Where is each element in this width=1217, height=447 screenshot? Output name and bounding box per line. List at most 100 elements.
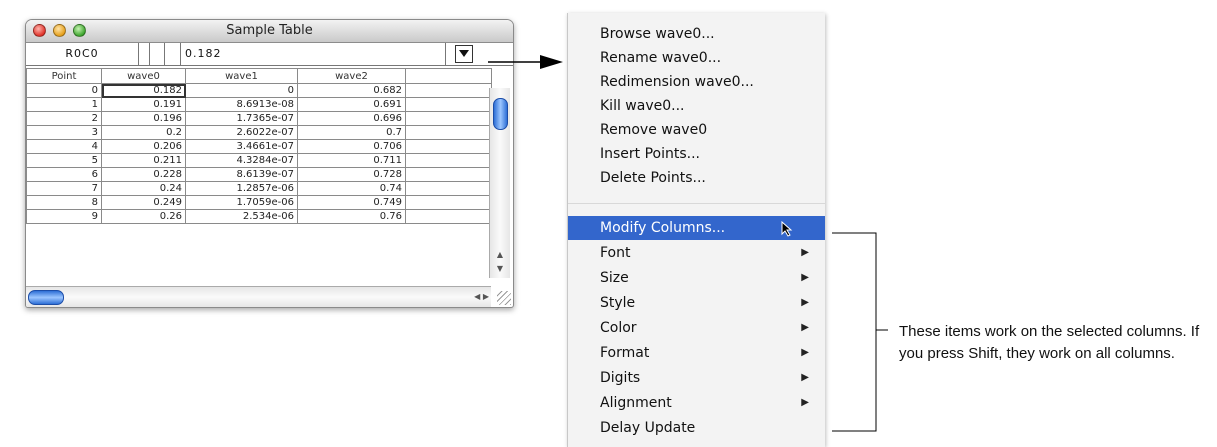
wave1-cell[interactable]: 0 (185, 83, 298, 98)
vertical-scrollbar[interactable]: ▲ ▼ (489, 88, 510, 278)
menu-item-alignment[interactable]: Alignment ▶ (568, 391, 825, 415)
wave0-cell[interactable]: 0.228 (101, 167, 186, 182)
wave1-cell[interactable]: 3.4661e-07 (185, 139, 298, 154)
menu-item-label: Kill wave0... (600, 98, 685, 114)
wave0-cell[interactable]: 0.2 (101, 125, 186, 140)
point-cell[interactable]: 2 (26, 111, 102, 126)
cell-name-display: R0C0 (26, 43, 139, 65)
menu-item-rename-wave0[interactable]: Rename wave0... (568, 46, 825, 70)
menu-item-redimension-wave0[interactable]: Redimension wave0... (568, 70, 825, 94)
menu-item-kill-wave0[interactable]: Kill wave0... (568, 94, 825, 118)
menu-item-style[interactable]: Style ▶ (568, 291, 825, 315)
table-row: 0 0.182 0 0.682 (26, 83, 492, 98)
column-header-wave2[interactable]: wave2 (297, 68, 406, 84)
wave2-cell[interactable]: 0.691 (297, 97, 406, 112)
menu-item-font[interactable]: Font ▶ (568, 241, 825, 265)
wave1-cell[interactable]: 8.6139e-07 (185, 167, 298, 182)
column-header-empty[interactable] (405, 68, 492, 84)
triangle-down-icon (459, 50, 469, 57)
menu-item-label: Insert Points... (600, 146, 701, 162)
point-cell[interactable]: 3 (26, 125, 102, 140)
cell-value-field[interactable]: 0.182 (180, 43, 434, 65)
title-bar[interactable]: Sample Table (26, 20, 513, 43)
point-cell[interactable]: 7 (26, 181, 102, 196)
wave0-cell[interactable]: 0.206 (101, 139, 186, 154)
horizontal-scroll-thumb[interactable] (28, 290, 64, 305)
vertical-scroll-thumb[interactable] (493, 98, 508, 130)
point-cell[interactable]: 6 (26, 167, 102, 182)
wave1-cell[interactable]: 2.6022e-07 (185, 125, 298, 140)
wave2-cell[interactable]: 0.7 (297, 125, 406, 140)
menu-item-digits[interactable]: Digits ▶ (568, 366, 825, 390)
menu-item-modify-columns[interactable]: Modify Columns... (568, 216, 825, 240)
menu-item-label: Rename wave0... (600, 50, 722, 66)
wave1-cell[interactable]: 2.534e-06 (185, 209, 298, 224)
empty-cell[interactable] (405, 181, 492, 196)
horizontal-scrollbar[interactable]: ◀ ▶ (26, 286, 491, 307)
table-menu-button[interactable] (455, 45, 473, 63)
vertical-scroll-arrows[interactable]: ▲ ▼ (490, 248, 510, 278)
wave0-cell[interactable]: 0.26 (101, 209, 186, 224)
horizontal-scroll-arrows[interactable]: ◀ ▶ (474, 287, 489, 307)
contextual-menu: Browse wave0... Rename wave0... Redimensio… (567, 13, 825, 447)
empty-cell[interactable] (405, 209, 492, 224)
wave0-cell[interactable]: 0.196 (101, 111, 186, 126)
menu-item-label: Style (600, 295, 636, 311)
wave2-cell[interactable]: 0.696 (297, 111, 406, 126)
wave1-cell[interactable]: 1.7059e-06 (185, 195, 298, 210)
wave2-cell[interactable]: 0.682 (297, 83, 406, 98)
empty-cell[interactable] (405, 97, 492, 112)
column-header-wave1[interactable]: wave1 (185, 68, 298, 84)
mouse-cursor-icon (781, 221, 793, 237)
menu-item-delete-points[interactable]: Delete Points... (568, 166, 825, 190)
point-cell[interactable]: 1 (26, 97, 102, 112)
wave2-cell[interactable]: 0.749 (297, 195, 406, 210)
wave1-cell[interactable]: 1.2857e-06 (185, 181, 298, 196)
table-window: Sample Table R0C0 0.182 Point wave0 wave… (25, 19, 514, 308)
menu-item-format[interactable]: Format ▶ (568, 341, 825, 365)
wave0-cell[interactable]: 0.211 (101, 153, 186, 168)
wave1-cell[interactable]: 8.6913e-08 (185, 97, 298, 112)
menu-item-browse-wave0[interactable]: Browse wave0... (568, 22, 825, 46)
window-title: Sample Table (226, 23, 313, 38)
wave2-cell[interactable]: 0.711 (297, 153, 406, 168)
empty-cell[interactable] (405, 139, 492, 154)
entry-accept-button[interactable] (149, 43, 165, 65)
menu-item-color[interactable]: Color ▶ (568, 316, 825, 340)
table-row: 9 0.26 2.534e-06 0.76 (26, 209, 492, 224)
wave1-cell[interactable]: 4.3284e-07 (185, 153, 298, 168)
point-cell[interactable]: 4 (26, 139, 102, 154)
wave2-cell[interactable]: 0.76 (297, 209, 406, 224)
wave0-cell[interactable]: 0.191 (101, 97, 186, 112)
column-header-wave0[interactable]: wave0 (101, 68, 186, 84)
entry-divider (445, 43, 446, 65)
menu-item-size[interactable]: Size ▶ (568, 266, 825, 290)
empty-cell[interactable] (405, 195, 492, 210)
empty-cell[interactable] (405, 111, 492, 126)
menu-item-delay-update[interactable]: Delay Update (568, 416, 825, 440)
wave0-cell[interactable]: 0.182 (101, 83, 186, 98)
wave2-cell[interactable]: 0.74 (297, 181, 406, 196)
empty-cell[interactable] (405, 125, 492, 140)
point-cell[interactable]: 9 (26, 209, 102, 224)
entry-line: R0C0 0.182 (26, 43, 513, 66)
menu-item-insert-points[interactable]: Insert Points... (568, 142, 825, 166)
point-cell[interactable]: 8 (26, 195, 102, 210)
submenu-arrow-icon: ▶ (801, 372, 809, 383)
wave0-cell[interactable]: 0.249 (101, 195, 186, 210)
column-header-point[interactable]: Point (26, 68, 102, 84)
point-cell[interactable]: 5 (26, 153, 102, 168)
table-row: 4 0.206 3.4661e-07 0.706 (26, 139, 492, 154)
wave1-cell[interactable]: 1.7365e-07 (185, 111, 298, 126)
table-row: 2 0.196 1.7365e-07 0.696 (26, 111, 492, 126)
menu-item-remove-wave0[interactable]: Remove wave0 (568, 118, 825, 142)
empty-cell[interactable] (405, 153, 492, 168)
point-cell[interactable]: 0 (26, 83, 102, 98)
empty-cell[interactable] (405, 83, 492, 98)
submenu-arrow-icon: ▶ (801, 272, 809, 283)
resize-grip-icon[interactable] (497, 291, 511, 305)
wave2-cell[interactable]: 0.728 (297, 167, 406, 182)
empty-cell[interactable] (405, 167, 492, 182)
wave2-cell[interactable]: 0.706 (297, 139, 406, 154)
wave0-cell[interactable]: 0.24 (101, 181, 186, 196)
